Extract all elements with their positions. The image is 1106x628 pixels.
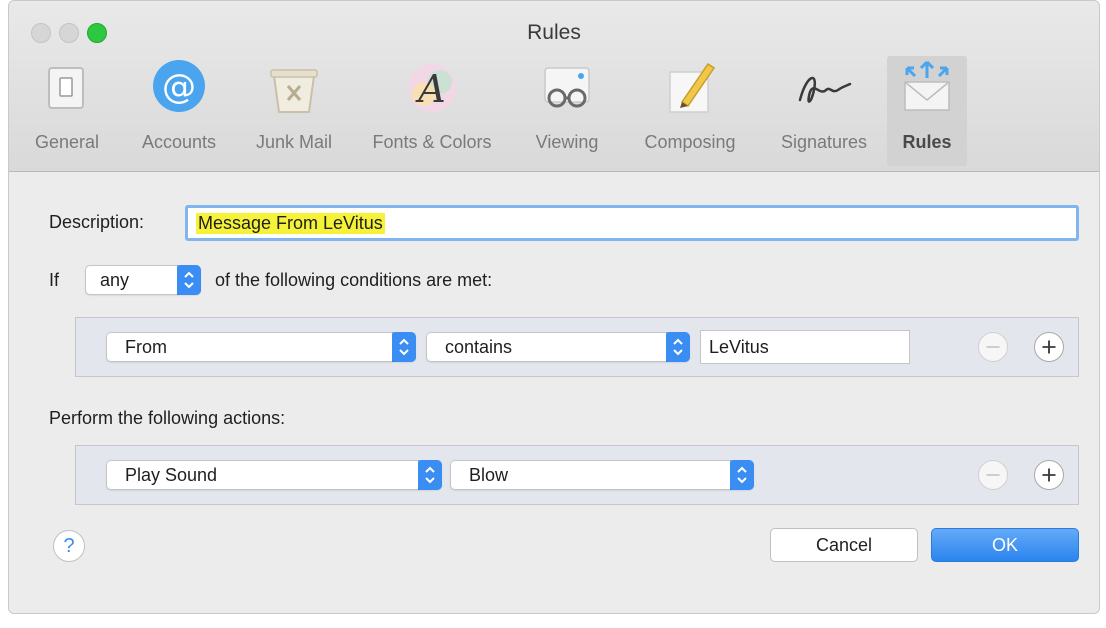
add-action-button[interactable] bbox=[1034, 460, 1064, 490]
rules-window: Rules General @ Accounts Junk Mail A Fon… bbox=[8, 0, 1100, 614]
toolbar-item-composing[interactable]: Composing bbox=[621, 56, 759, 166]
condition-operator-value: contains bbox=[445, 337, 513, 357]
description-field[interactable]: Message From LeVitus bbox=[185, 205, 1079, 241]
signature-icon bbox=[798, 76, 852, 103]
toolbar-item-fonts-colors[interactable]: A Fonts & Colors bbox=[351, 56, 513, 166]
composing-pencil-icon bbox=[669, 62, 716, 113]
window-title: Rules bbox=[527, 21, 581, 44]
condition-operator-popup[interactable]: contains bbox=[426, 332, 690, 362]
if-label: If bbox=[49, 270, 60, 290]
action-type-value: Play Sound bbox=[125, 465, 218, 485]
svg-text:@: @ bbox=[162, 67, 196, 107]
toolbar-label-rules: Rules bbox=[902, 132, 952, 152]
match-value: any bbox=[100, 270, 130, 290]
description-value: Message From LeVitus bbox=[196, 213, 385, 234]
help-button[interactable]: ? bbox=[53, 530, 85, 562]
toolbar-label-accounts: Accounts bbox=[141, 132, 217, 152]
match-popup[interactable]: any bbox=[85, 265, 201, 295]
remove-condition-button[interactable] bbox=[978, 332, 1008, 362]
condition-value: LeVitus bbox=[709, 337, 769, 357]
toolbar-label-general: General bbox=[34, 132, 100, 152]
toolbar-item-junk-mail[interactable]: Junk Mail bbox=[241, 56, 347, 166]
toolbar-item-signatures[interactable]: Signatures bbox=[763, 56, 885, 166]
chevron-updown-icon bbox=[730, 460, 754, 490]
condition-row: From contains LeVitus bbox=[75, 317, 1079, 377]
chevron-updown-icon bbox=[418, 460, 442, 490]
toolbar-label-viewing: Viewing bbox=[535, 132, 599, 152]
toolbar-label-fonts-colors: Fonts & Colors bbox=[372, 132, 492, 152]
fonts-colors-icon: A bbox=[408, 64, 456, 112]
at-sign-icon: @ bbox=[153, 60, 205, 112]
toolbar-item-accounts[interactable]: @ Accounts bbox=[121, 56, 237, 166]
toolbar-item-general[interactable]: General bbox=[17, 56, 117, 166]
condition-field-popup[interactable]: From bbox=[106, 332, 416, 362]
action-type-popup[interactable]: Play Sound bbox=[106, 460, 442, 490]
condition-value-field[interactable]: LeVitus bbox=[700, 330, 910, 364]
cancel-button[interactable]: Cancel bbox=[770, 528, 918, 562]
svg-text:A: A bbox=[415, 67, 445, 111]
chevron-updown-icon bbox=[392, 332, 416, 362]
viewing-glasses-icon bbox=[544, 67, 590, 108]
action-value-popup[interactable]: Blow bbox=[450, 460, 754, 490]
description-label: Description: bbox=[49, 212, 145, 232]
toolbar-label-junk-mail: Junk Mail bbox=[255, 132, 333, 152]
preferences-toolbar: Rules General @ Accounts Junk Mail A Fon… bbox=[9, 1, 1099, 172]
toolbar-item-viewing[interactable]: Viewing bbox=[517, 56, 617, 166]
general-switch-icon bbox=[48, 67, 84, 109]
conditions-text: of the following conditions are met: bbox=[215, 270, 493, 290]
junk-trash-icon bbox=[270, 69, 318, 113]
ok-button[interactable]: OK bbox=[931, 528, 1079, 562]
toolbar-item-rules[interactable]: Rules bbox=[887, 56, 967, 166]
add-condition-button[interactable] bbox=[1034, 332, 1064, 362]
rules-envelope-icon bbox=[904, 60, 950, 111]
remove-action-button[interactable] bbox=[978, 460, 1008, 490]
actions-label: Perform the following actions: bbox=[49, 408, 286, 428]
chevron-updown-icon bbox=[666, 332, 690, 362]
chevron-updown-icon bbox=[177, 265, 201, 295]
toolbar-label-signatures: Signatures bbox=[780, 132, 868, 152]
toolbar-label-composing: Composing bbox=[644, 132, 736, 152]
rule-editor: Description: Message From LeVitus If any… bbox=[9, 172, 1099, 613]
action-value: Blow bbox=[469, 465, 509, 485]
action-row: Play Sound Blow bbox=[75, 445, 1079, 505]
condition-field-value: From bbox=[125, 337, 167, 357]
